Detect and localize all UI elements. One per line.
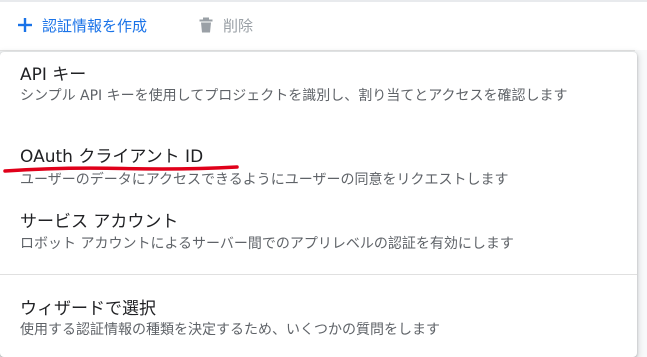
create-credentials-button[interactable]: 認証情報を作成 (16, 12, 147, 38)
plus-icon (18, 18, 32, 32)
menu-item-title: ウィザードで選択 (20, 299, 156, 319)
menu-item-description: 使用する認証情報の種類を決定するため、いくつかの質問をします (20, 322, 440, 338)
delete-label: 削除 (223, 16, 254, 35)
menu-item-wizard[interactable]: ウィザードで選択 使用する認証情報の種類を決定するため、いくつかの質問をします (0, 275, 637, 357)
red-annotation-underline (3, 165, 239, 173)
delete-button[interactable]: 削除 (197, 12, 253, 38)
create-credentials-menu: API キー シンプル API キーを使用してプロジェクトを識別し、割り当てとア… (0, 52, 637, 357)
trash-icon (199, 17, 213, 33)
toolbar: 認証情報を作成 削除 (0, 0, 647, 51)
create-credentials-label: 認証情報を作成 (42, 16, 148, 35)
menu-item-title: サービス アカウント (20, 212, 179, 232)
menu-item-description: シンプル API キーを使用してプロジェクトを識別し、割り当てとアクセスを確認し… (20, 88, 568, 104)
toolbar-edge (0, 0, 647, 2)
menu-item-title: API キー (20, 65, 87, 85)
menu-item-description: ロボット アカウントによるサーバー間でのアプリレベルの認証を有効にします (20, 236, 514, 252)
menu-item-api-key[interactable]: API キー シンプル API キーを使用してプロジェクトを識別し、割り当てとア… (0, 52, 637, 140)
menu-item-service-account[interactable]: サービス アカウント ロボット アカウントによるサーバー間でのアプリレベルの認証… (0, 202, 637, 274)
